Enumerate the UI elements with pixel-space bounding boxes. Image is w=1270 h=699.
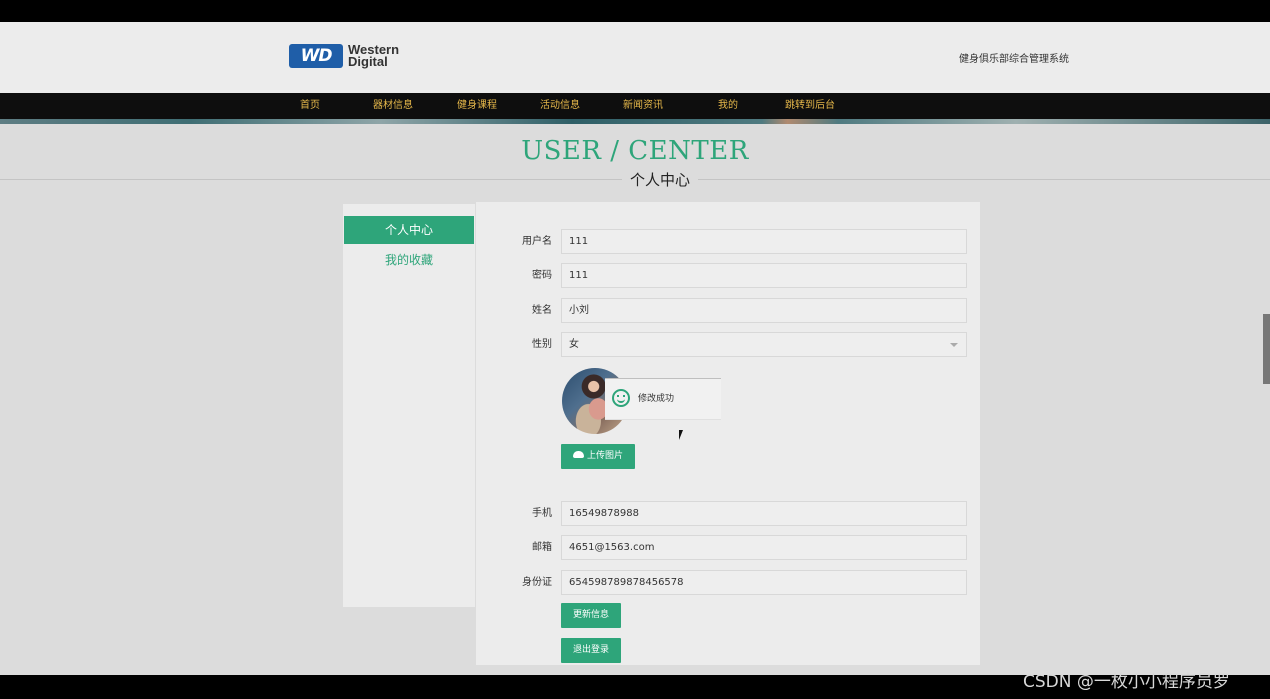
idcard-input[interactable]: 654598789878456578 xyxy=(561,570,967,595)
nav-item-home[interactable]: 首页 xyxy=(300,93,320,119)
banner-strip xyxy=(0,119,1270,124)
name-label: 姓名 xyxy=(532,305,552,316)
username-row: 用户名 111 xyxy=(476,229,980,254)
password-input[interactable]: 111 xyxy=(561,263,967,288)
page: WD Western Digital 健身俱乐部综合管理系统 首页 器材信息 健… xyxy=(0,22,1270,675)
page-title-cn: 个人中心 xyxy=(622,169,699,190)
logout-button[interactable]: 退出登录 xyxy=(561,638,621,663)
gender-row: 性别 女 xyxy=(476,332,980,357)
username-input[interactable]: 111 xyxy=(561,229,967,254)
site-title: 健身俱乐部综合管理系统 xyxy=(959,54,1069,65)
chevron-down-icon xyxy=(950,343,958,347)
gender-select[interactable]: 女 xyxy=(561,332,967,357)
logo-mark: WD xyxy=(289,44,343,68)
email-row: 邮箱 4651@1563.com xyxy=(476,535,980,560)
success-toast: 修改成功 xyxy=(605,378,721,420)
page-title-en: USER / CENTER xyxy=(521,136,749,166)
profile-form: 用户名 111 密码 111 姓名 小刘 性别 女 修改成功 上传图片 手机 1… xyxy=(476,202,980,665)
password-label: 密码 xyxy=(532,270,552,281)
nav-item-equipment[interactable]: 器材信息 xyxy=(373,93,413,119)
sidebar-item-favorites[interactable]: 我的收藏 xyxy=(344,246,474,274)
name-input[interactable]: 小刘 xyxy=(561,298,967,323)
upload-image-button[interactable]: 上传图片 xyxy=(561,444,635,469)
username-label: 用户名 xyxy=(522,236,552,247)
watermark: CSDN @一枚小小程序员罗 xyxy=(1023,672,1230,692)
smile-icon xyxy=(612,389,630,407)
password-row: 密码 111 xyxy=(476,263,980,288)
nav-item-mine[interactable]: 我的 xyxy=(718,93,738,119)
logo-line-2: Digital xyxy=(348,54,388,69)
idcard-row: 身份证 654598789878456578 xyxy=(476,570,980,595)
cloud-upload-icon xyxy=(572,451,584,458)
phone-label: 手机 xyxy=(532,508,552,519)
scrollbar-thumb[interactable] xyxy=(1263,314,1270,384)
phone-input[interactable]: 16549878988 xyxy=(561,501,967,526)
gender-label: 性别 xyxy=(532,339,552,350)
idcard-label: 身份证 xyxy=(522,577,552,588)
header: WD Western Digital 健身俱乐部综合管理系统 xyxy=(0,22,1270,93)
email-label: 邮箱 xyxy=(532,542,552,553)
name-row: 姓名 小刘 xyxy=(476,298,980,323)
user-sidebar: 个人中心 我的收藏 xyxy=(343,204,475,607)
main-nav: 首页 器材信息 健身课程 活动信息 新闻资讯 我的 跳转到后台 xyxy=(0,93,1270,119)
upload-button-label: 上传图片 xyxy=(586,451,623,461)
nav-item-admin[interactable]: 跳转到后台 xyxy=(785,93,835,119)
nav-item-activities[interactable]: 活动信息 xyxy=(540,93,580,119)
sidebar-item-profile[interactable]: 个人中心 xyxy=(344,216,474,244)
nav-item-news[interactable]: 新闻资讯 xyxy=(623,93,663,119)
update-info-button[interactable]: 更新信息 xyxy=(561,603,621,628)
toast-message: 修改成功 xyxy=(638,394,675,404)
nav-item-courses[interactable]: 健身课程 xyxy=(457,93,497,119)
phone-row: 手机 16549878988 xyxy=(476,501,980,526)
logo-text: Western Digital xyxy=(348,43,399,69)
email-input[interactable]: 4651@1563.com xyxy=(561,535,967,560)
brand-logo[interactable]: WD Western Digital xyxy=(289,43,399,69)
mouse-cursor-icon xyxy=(679,430,687,440)
gender-selected-value: 女 xyxy=(569,339,579,350)
